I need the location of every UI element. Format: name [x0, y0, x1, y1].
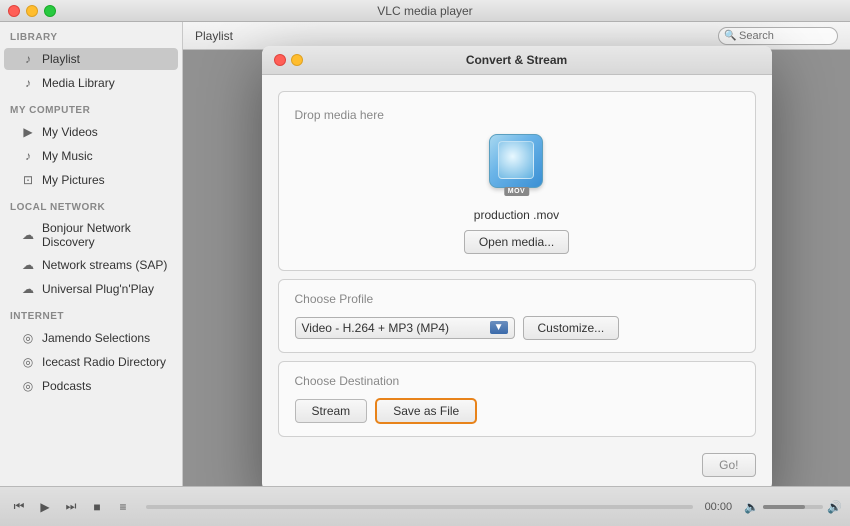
- window-controls[interactable]: [8, 5, 56, 17]
- sidebar-item-network-streams[interactable]: ☁ Network streams (SAP): [4, 254, 178, 276]
- sidebar-item-playlist[interactable]: ♪ Playlist: [4, 48, 178, 70]
- sidebar-item-media-library[interactable]: ♪ Media Library: [4, 72, 178, 94]
- volume-fill: [763, 505, 805, 509]
- profile-row: Video - H.264 + MP3 (MP4) ▼ Customize...: [295, 316, 739, 340]
- app-title: VLC media player: [377, 4, 472, 18]
- sidebar-item-label: Media Library: [42, 76, 115, 90]
- sidebar-item-my-music[interactable]: ♪ My Music: [4, 145, 178, 167]
- playlist-content: Convert & Stream Drop media here: [183, 50, 850, 486]
- sidebar-item-upnp[interactable]: ☁ Universal Plug'n'Play: [4, 278, 178, 300]
- select-arrow-icon: ▼: [490, 321, 508, 334]
- bonjour-icon: ☁: [20, 227, 36, 243]
- sidebar-item-label: Bonjour Network Discovery: [42, 221, 170, 249]
- content-area: Playlist 🔍 Convert & Stream: [183, 22, 850, 486]
- sidebar-item-label: Icecast Radio Directory: [42, 355, 166, 369]
- play-button[interactable]: ▶: [34, 498, 56, 516]
- file-name: production .mov: [474, 208, 559, 222]
- drop-zone-label: Drop media here: [295, 108, 739, 122]
- podcasts-icon: ◎: [20, 378, 36, 394]
- profile-select-value: Video - H.264 + MP3 (MP4): [302, 321, 486, 335]
- sidebar-section-internet: INTERNET: [0, 301, 182, 326]
- playlist-tab: Playlist: [195, 29, 233, 43]
- search-icon: 🔍: [724, 30, 736, 41]
- sidebar-item-my-pictures[interactable]: ⊡ My Pictures: [4, 169, 178, 191]
- sidebar-item-jamendo[interactable]: ◎ Jamendo Selections: [4, 327, 178, 349]
- playlist-toggle-button[interactable]: ≡: [112, 498, 134, 516]
- choose-profile-section: Choose Profile Video - H.264 + MP3 (MP4)…: [278, 279, 756, 353]
- main-layout: LIBRARY ♪ Playlist ♪ Media Library MY CO…: [0, 22, 850, 486]
- sidebar-item-label: My Pictures: [42, 173, 105, 187]
- volume-slider[interactable]: [763, 505, 823, 509]
- volume-max-icon: 🔊: [827, 500, 842, 514]
- progress-bar[interactable]: [146, 505, 693, 509]
- icecast-icon: ◎: [20, 354, 36, 370]
- dialog-minimize-button[interactable]: [291, 54, 303, 66]
- sidebar-item-podcasts[interactable]: ◎ Podcasts: [4, 375, 178, 397]
- go-button[interactable]: Go!: [702, 453, 755, 477]
- volume-icon: 🔈: [744, 500, 759, 514]
- sidebar-section-my-computer: MY COMPUTER: [0, 95, 182, 120]
- music-icon: ♪: [20, 148, 36, 164]
- dialog-titlebar: Convert & Stream: [262, 46, 772, 75]
- prev-button[interactable]: ⏮: [8, 498, 30, 516]
- mov-file-icon: [489, 134, 543, 188]
- media-library-icon: ♪: [20, 75, 36, 91]
- convert-stream-dialog: Convert & Stream Drop media here: [262, 46, 772, 487]
- minimize-button[interactable]: [26, 5, 38, 17]
- modal-overlay: Convert & Stream Drop media here: [183, 50, 850, 486]
- playlist-icon: ♪: [20, 51, 36, 67]
- sidebar: LIBRARY ♪ Playlist ♪ Media Library MY CO…: [0, 22, 183, 486]
- drop-zone[interactable]: Drop media here: [278, 91, 756, 271]
- dialog-body: Drop media here: [262, 91, 772, 487]
- bottom-bar: ⏮ ▶ ⏭ ■ ≡ 00:00 🔈 🔊: [0, 486, 850, 526]
- file-icon-svg: [501, 146, 531, 176]
- dialog-close-button[interactable]: [274, 54, 286, 66]
- file-ext-badge: MOV: [504, 187, 529, 196]
- sidebar-item-my-videos[interactable]: ▶ My Videos: [4, 121, 178, 143]
- file-icon-wrap: MOV: [489, 134, 545, 190]
- go-row: Go!: [262, 445, 772, 487]
- choose-profile-label: Choose Profile: [295, 292, 739, 306]
- sidebar-item-label: Universal Plug'n'Play: [42, 282, 154, 296]
- sidebar-section-local-network: LOCAL NETWORK: [0, 192, 182, 217]
- customize-button[interactable]: Customize...: [523, 316, 620, 340]
- choose-destination-section: Choose Destination Stream Save as File: [278, 361, 756, 437]
- sidebar-item-bonjour[interactable]: ☁ Bonjour Network Discovery: [4, 218, 178, 252]
- dialog-window-controls[interactable]: [274, 54, 303, 66]
- stop-button[interactable]: ■: [86, 498, 108, 516]
- next-button[interactable]: ⏭: [60, 498, 82, 516]
- video-icon: ▶: [20, 124, 36, 140]
- sidebar-item-label: My Music: [42, 149, 93, 163]
- sidebar-item-label: My Videos: [42, 125, 98, 139]
- pictures-icon: ⊡: [20, 172, 36, 188]
- sidebar-item-icecast[interactable]: ◎ Icecast Radio Directory: [4, 351, 178, 373]
- choose-destination-label: Choose Destination: [295, 374, 739, 388]
- open-media-button[interactable]: Open media...: [464, 230, 569, 254]
- search-wrap: 🔍: [718, 26, 838, 45]
- title-bar: VLC media player: [0, 0, 850, 22]
- sidebar-item-label: Playlist: [42, 52, 80, 66]
- jamendo-icon: ◎: [20, 330, 36, 346]
- time-display: 00:00: [705, 501, 733, 513]
- sidebar-section-library: LIBRARY: [0, 22, 182, 47]
- stream-button[interactable]: Stream: [295, 399, 368, 423]
- sidebar-item-label: Network streams (SAP): [42, 258, 167, 272]
- profile-select[interactable]: Video - H.264 + MP3 (MP4) ▼: [295, 317, 515, 339]
- network-streams-icon: ☁: [20, 257, 36, 273]
- maximize-button[interactable]: [44, 5, 56, 17]
- save-as-file-button[interactable]: Save as File: [375, 398, 477, 424]
- sidebar-item-label: Jamendo Selections: [42, 331, 150, 345]
- sidebar-item-label: Podcasts: [42, 379, 91, 393]
- destination-row: Stream Save as File: [295, 398, 739, 424]
- close-button[interactable]: [8, 5, 20, 17]
- volume-wrap: 🔈 🔊: [744, 500, 842, 514]
- dialog-title: Convert & Stream: [466, 53, 567, 67]
- upnp-icon: ☁: [20, 281, 36, 297]
- file-icon: MOV: [489, 134, 545, 190]
